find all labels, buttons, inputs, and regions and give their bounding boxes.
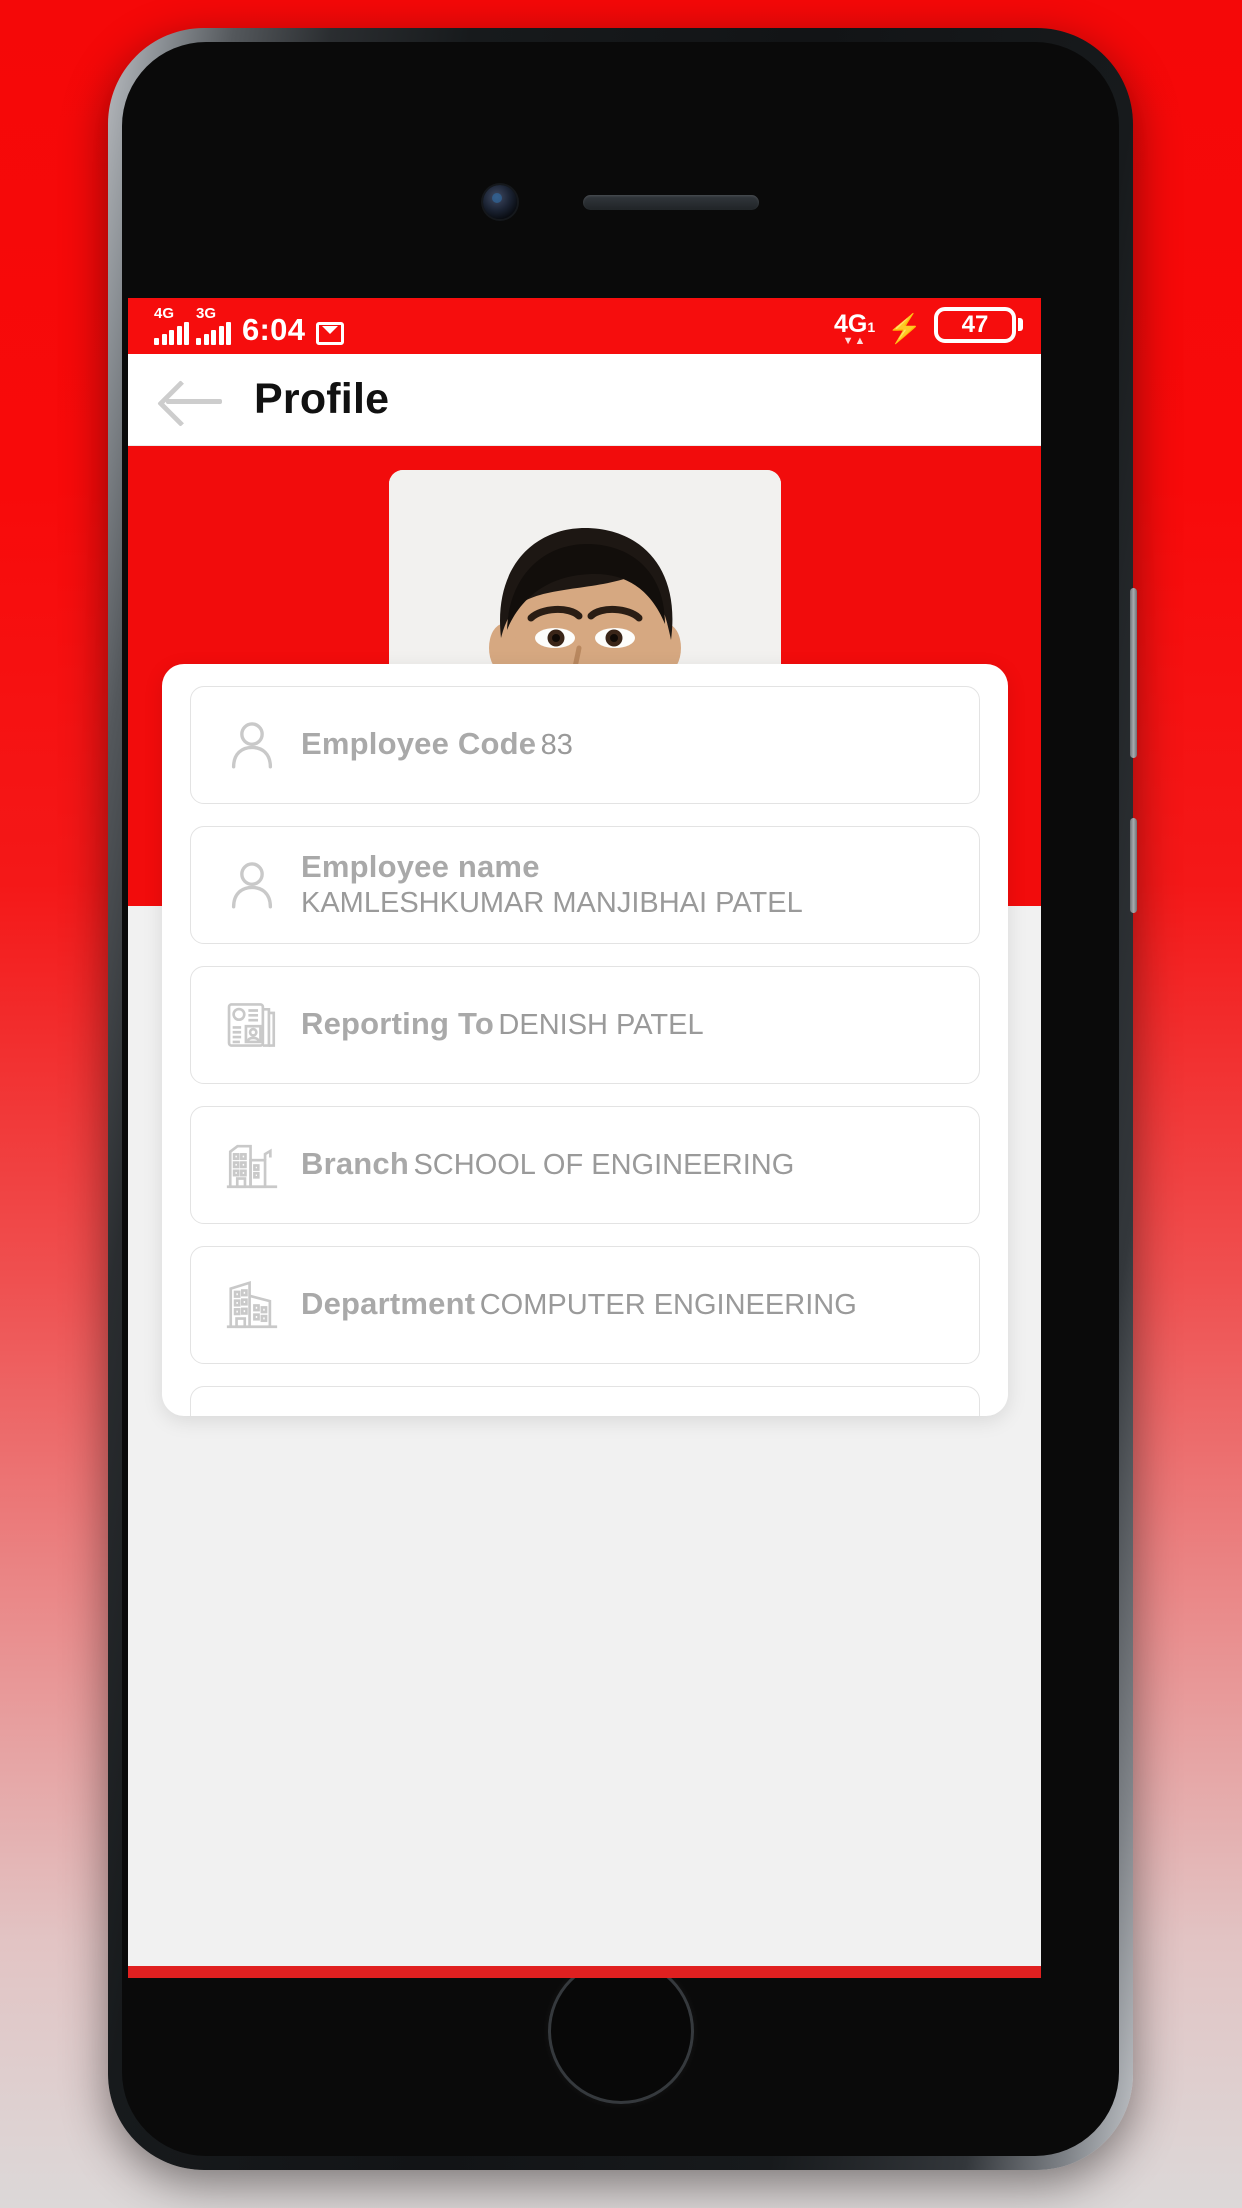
signal-indicator-2: 3G	[196, 304, 231, 345]
field-value: KAMLESHKUMAR MANJIBHAI PATEL	[301, 886, 803, 919]
person-icon	[213, 708, 291, 782]
dashboard-icon	[213, 1408, 291, 1416]
signal-bars-icon	[196, 321, 231, 345]
status-bar-left: 4G 3G 6:04	[154, 304, 345, 347]
signal-bars-icon	[154, 321, 189, 345]
status-bar: 4G 3G 6:04 4G1 ▼▲ ⚡ 47	[128, 298, 1041, 354]
field-reporting-to[interactable]: Reporting To DENISH PATEL	[190, 966, 980, 1084]
data-transfer-arrows-icon: ▼▲	[842, 335, 867, 348]
back-arrow-icon[interactable]	[162, 381, 224, 419]
employee-code-summary-bar: Employee Code :83 1.1	[128, 1966, 1041, 1978]
field-designation[interactable]: Designation HEAD	[190, 1386, 980, 1416]
field-label: Reporting To	[301, 1006, 494, 1042]
field-value: COMPUTER ENGINEERING	[479, 1289, 857, 1322]
phone-body: 4G 3G 6:04 4G1 ▼▲ ⚡ 47 Profile Employee …	[122, 42, 1119, 2156]
field-branch[interactable]: Branch SCHOOL OF ENGINEERING	[190, 1106, 980, 1224]
field-label: Employee Code	[301, 726, 537, 762]
field-employee-name[interactable]: Employee name KAMLESHKUMAR MANJIBHAI PAT…	[190, 826, 980, 944]
field-employee-code[interactable]: Employee Code 83	[190, 686, 980, 804]
field-value: DENISH PATEL	[498, 1009, 704, 1042]
status-bar-right: 4G1 ▼▲ ⚡ 47	[833, 306, 1023, 348]
envelope-icon	[316, 321, 345, 345]
lightning-bolt-icon: ⚡	[887, 313, 922, 345]
phone-screen: 4G 3G 6:04 4G1 ▼▲ ⚡ 47 Profile Employee …	[128, 298, 1041, 1978]
person-icon	[213, 848, 291, 922]
field-label: Branch	[301, 1146, 410, 1182]
front-camera-icon	[482, 185, 517, 219]
office-icon	[213, 1268, 291, 1342]
page-title: Profile	[254, 375, 390, 423]
phone-device-frame: 4G 3G 6:04 4G1 ▼▲ ⚡ 47 Profile Employee …	[108, 28, 1137, 2170]
status-bar-clock: 6:04	[242, 311, 306, 347]
sensor-row	[122, 182, 1119, 222]
signal-2-network-label: 3G	[196, 304, 217, 322]
mobile-data-indicator: 4G1 ▼▲	[833, 310, 876, 348]
mobile-data-label: 4G	[833, 310, 868, 339]
field-value: 83	[540, 729, 573, 762]
hardware-home-button[interactable]	[547, 1958, 694, 2104]
wallpaper-background: 4G 3G 6:04 4G1 ▼▲ ⚡ 47 Profile Employee …	[0, 0, 1242, 2208]
signal-indicator-1: 4G	[154, 304, 189, 345]
battery-tip-icon	[1018, 318, 1023, 332]
earpiece-speaker	[582, 194, 759, 210]
signal-1-network-label: 4G	[154, 304, 175, 322]
battery-indicator: 47	[934, 306, 1023, 344]
id-report-icon	[213, 988, 291, 1062]
field-label: Employee name	[301, 849, 540, 885]
field-value: SCHOOL OF ENGINEERING	[413, 1149, 795, 1182]
building-icon	[213, 1128, 291, 1202]
employee-detail-card: Employee Code 83 Employee name KAMLESHKU…	[162, 664, 1008, 1416]
app-bar: Profile	[128, 354, 1041, 446]
power-button[interactable]	[1130, 818, 1137, 913]
battery-percent-label: 47	[934, 306, 1016, 344]
field-label: Department	[301, 1286, 476, 1322]
sim-slot-label: 1	[867, 319, 876, 336]
field-department[interactable]: Department COMPUTER ENGINEERING	[190, 1246, 980, 1364]
page-body: Employee Code 83 Employee name KAMLESHKU…	[128, 664, 1041, 1978]
volume-button[interactable]	[1130, 588, 1137, 758]
